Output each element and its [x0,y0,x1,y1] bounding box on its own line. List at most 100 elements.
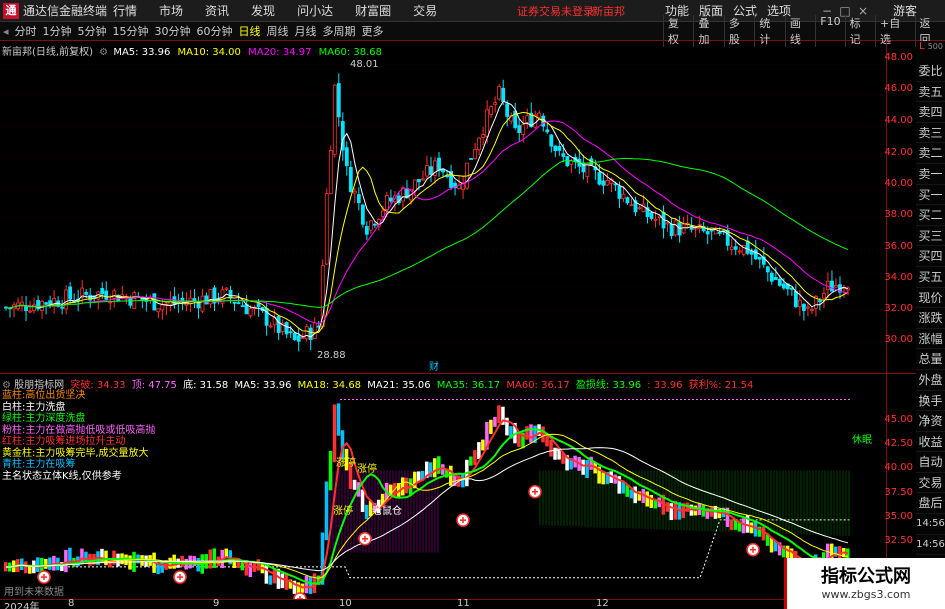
indicator-bar [212,548,217,568]
menu-ask[interactable]: 问小达 [297,2,333,19]
tab-weekly[interactable]: 周线 [264,23,292,39]
axis-tick: 42.00 [884,147,913,158]
axis-tick: 34.00 [884,272,913,283]
indicator-bar [585,459,589,479]
candle-body [629,204,634,207]
candle-body [669,223,674,236]
indicator-bar [400,477,405,496]
legend-item: 黄金柱:主力吸筹完毕,成交量放大 [2,447,149,459]
candle-body [729,246,734,250]
candle-body [505,103,510,117]
tab-60min[interactable]: 60分钟 [194,23,236,39]
tab-1min[interactable]: 1分钟 [40,23,75,39]
side-panel-item: 卖五 [916,82,945,103]
side-panel-item: 涨幅 [916,329,945,350]
legend-item: 青柱:主力在吸筹 [2,459,76,470]
candle-body [773,277,778,281]
tab-monthly[interactable]: 月线 [292,23,320,39]
side-panel-item[interactable]: 自动 [916,452,945,473]
tab-multi-period[interactable]: 多周期 [320,23,359,39]
quote-side-panel: L 500 委比 卖五 卖四 卖三 卖二 卖一 买一 买二 买三 买四 买五 现价 涨跌 涨幅 总量 外盘 换手… [916,41,945,609]
axis-tick: 38.00 [884,209,913,220]
tab-daily[interactable]: 日线 [236,23,264,39]
candle-body [356,194,361,204]
candle-body [308,327,313,341]
finance-marker[interactable]: 财 [429,358,439,373]
side-panel-item: 外盘 [916,370,945,391]
candle-body [733,246,738,250]
side-panel-item[interactable]: 14:56 [916,514,945,535]
candle-body [673,220,678,236]
tab-15min[interactable]: 15分钟 [110,23,152,39]
candle-body [236,302,241,305]
date-tick: 10 [339,598,352,609]
menu-market[interactable]: 市场 [159,2,183,19]
indicator-bar [621,481,625,494]
tab-5min[interactable]: 5分钟 [75,23,110,39]
candle-body [364,226,369,235]
menu-trade[interactable]: 交易 [413,2,437,19]
candle-body [810,308,814,311]
indicator-bar [461,474,465,488]
candle-body [32,304,36,311]
side-panel-item[interactable]: 盘后 [916,493,945,515]
side-panel-item[interactable]: 14:56 [916,535,945,556]
candle-body [501,87,506,102]
candle-body [469,158,474,160]
candle-body [745,240,750,254]
candle-body [637,207,642,210]
candle-body [753,249,758,260]
login-warning[interactable]: 证券交易未登录 [517,3,594,19]
legend-item: 粉柱:主力在做高抛低吸或低吸高抛 [2,424,156,436]
profit-value-label: : 33.96 [647,380,683,391]
date-tick: 8 [68,598,75,609]
menu-discover[interactable]: 发现 [251,2,275,19]
candle-body [112,290,117,299]
candle-body [597,172,602,185]
indicator-bar [581,459,585,475]
indicator-bar [529,424,533,443]
side-panel-item: 净资 [916,411,945,432]
indicator-bar [44,558,48,569]
axis-tick: 40.00 [884,178,913,189]
old-rat-label: 老鼠仓 [372,506,402,517]
candle-body [304,326,309,340]
candle-body [653,218,658,221]
candle-body [605,179,610,186]
side-panel-item: 现价 [916,288,945,309]
collapse-icon[interactable]: ◂ [0,25,12,38]
indicator-bar [64,549,68,573]
indicator-bar [761,526,766,541]
candle-body [737,250,742,253]
indicator-bar [48,557,52,570]
candle-body [525,115,530,123]
profit-pct-label: 获利%: 21.54 [688,380,754,391]
side-panel-item[interactable]: 交易 [916,473,945,494]
limit-up-label: 涨停 [333,506,353,517]
settings-icon[interactable]: ⚙ [99,47,108,58]
axis-tick: 48.00 [884,52,913,63]
menu-quotes[interactable]: 行情 [113,2,137,19]
tab-30min[interactable]: 30分钟 [152,23,194,39]
candle-body [621,193,626,199]
menu-news[interactable]: 资讯 [205,2,229,19]
candle-body [641,203,646,212]
candle-body [352,190,357,194]
legend-item: 绿柱:主力深度洗盘 [2,413,86,424]
tab-more[interactable]: 更多 [359,23,387,39]
indicator-chart[interactable]: ⚙ 股朋指标网 突破: 34.33 顶: 47.75 底: 31.58 MA5:… [0,373,886,606]
candle-body [417,179,421,183]
menu-wealth[interactable]: 财富圈 [355,2,391,19]
candlestick-chart[interactable]: 新亩邦(日线,前复权) ⚙ MA5: 33.96 MA10: 34.00 MA2… [0,41,886,373]
candle-body [481,134,486,138]
indicator-bar [629,489,633,499]
indicator-bar [473,450,477,466]
watermark-logo: 指标公式网 www.zbgs3.com [784,558,945,609]
candle-body [437,157,441,171]
candle-body [521,124,526,135]
candle-body [44,302,49,305]
tab-timeshare[interactable]: 分时 [12,23,40,39]
axis-tick: 37.50 [884,487,913,498]
legend-item: 红柱:主力吸筹进场拉升主动 [2,436,126,447]
candle-body [296,335,301,342]
